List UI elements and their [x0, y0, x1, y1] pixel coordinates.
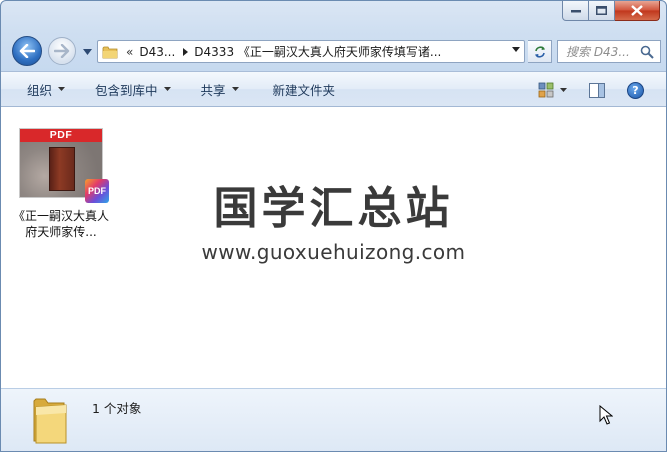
close-icon — [631, 5, 643, 16]
watermark-url: www.guoxuehuizong.com — [201, 240, 466, 264]
search-icon[interactable] — [640, 45, 654, 59]
file-item[interactable]: PDF PDF 《正一嗣汉大真人府天师家传... — [13, 128, 109, 240]
share-menu[interactable]: 共享 — [189, 77, 251, 101]
back-arrow-icon — [19, 44, 35, 58]
recent-pages-button[interactable] — [81, 47, 93, 57]
organize-label: 组织 — [27, 82, 53, 98]
folder-icon — [102, 46, 118, 58]
pdf-thumbnail: PDF PDF — [19, 128, 109, 203]
search-placeholder: 搜索 D43... — [566, 45, 630, 59]
forward-arrow-icon — [54, 44, 70, 58]
preview-pane-icon[interactable] — [589, 82, 605, 98]
help-icon[interactable]: ? — [627, 81, 644, 99]
address-overflow[interactable]: « — [126, 45, 133, 59]
view-options-dropdown-icon[interactable] — [560, 88, 567, 92]
folder-icon — [33, 398, 67, 444]
address-bar[interactable]: « D43... D4333 《正一嗣汉大真人府天师家传填写诸... — [97, 40, 525, 63]
minimize-button[interactable] — [562, 1, 589, 21]
chevron-down-icon — [58, 87, 66, 91]
forward-button[interactable] — [48, 37, 76, 65]
new-folder-button[interactable]: 新建文件夹 — [261, 77, 348, 101]
chevron-down-icon — [82, 49, 92, 55]
back-button[interactable] — [12, 36, 42, 66]
navigation-bar: « D43... D4333 《正一嗣汉大真人府天师家传填写诸... 搜索 D4… — [1, 33, 666, 69]
address-segment-current[interactable]: D4333 《正一嗣汉大真人府天师家传填写诸... — [194, 43, 441, 60]
chevron-down-icon — [163, 87, 171, 91]
address-dropdown-icon[interactable] — [512, 47, 520, 52]
command-bar: 组织 包含到库中 共享 新建文件夹 ? — [1, 71, 666, 107]
chevron-down-icon — [231, 87, 239, 91]
include-library-label: 包含到库中 — [95, 82, 158, 98]
explorer-window: « D43... D4333 《正一嗣汉大真人府天师家传填写诸... 搜索 D4… — [0, 0, 667, 452]
organize-menu[interactable]: 组织 — [15, 77, 77, 101]
view-controls: ? — [538, 72, 666, 108]
refresh-button[interactable] — [528, 40, 552, 63]
close-button[interactable] — [615, 1, 660, 21]
search-input[interactable]: 搜索 D43... — [557, 40, 661, 63]
share-label: 共享 — [200, 82, 226, 98]
book-cover-image — [49, 147, 75, 191]
details-pane: 1 个对象 — [1, 388, 666, 451]
maximize-icon — [596, 6, 607, 15]
file-list-area[interactable]: PDF PDF 《正一嗣汉大真人府天师家传... 国学汇总站 www.guoxu… — [1, 107, 666, 388]
refresh-icon — [534, 45, 545, 58]
new-folder-label: 新建文件夹 — [272, 82, 336, 98]
caption-buttons — [562, 1, 660, 21]
breadcrumb-arrow-icon[interactable] — [183, 47, 189, 56]
mouse-cursor-icon — [599, 405, 613, 425]
maximize-button[interactable] — [589, 1, 615, 21]
item-count: 1 个对象 — [92, 401, 142, 416]
pdf-app-icon: PDF — [85, 179, 109, 203]
include-in-library-menu[interactable]: 包含到库中 — [83, 77, 183, 101]
file-name[interactable]: 《正一嗣汉大真人府天师家传... — [13, 208, 109, 240]
address-segment-parent[interactable]: D43... — [139, 45, 175, 59]
pdf-type-label: PDF — [20, 129, 102, 142]
change-view-icon[interactable] — [538, 82, 554, 98]
minimize-icon — [570, 9, 581, 12]
